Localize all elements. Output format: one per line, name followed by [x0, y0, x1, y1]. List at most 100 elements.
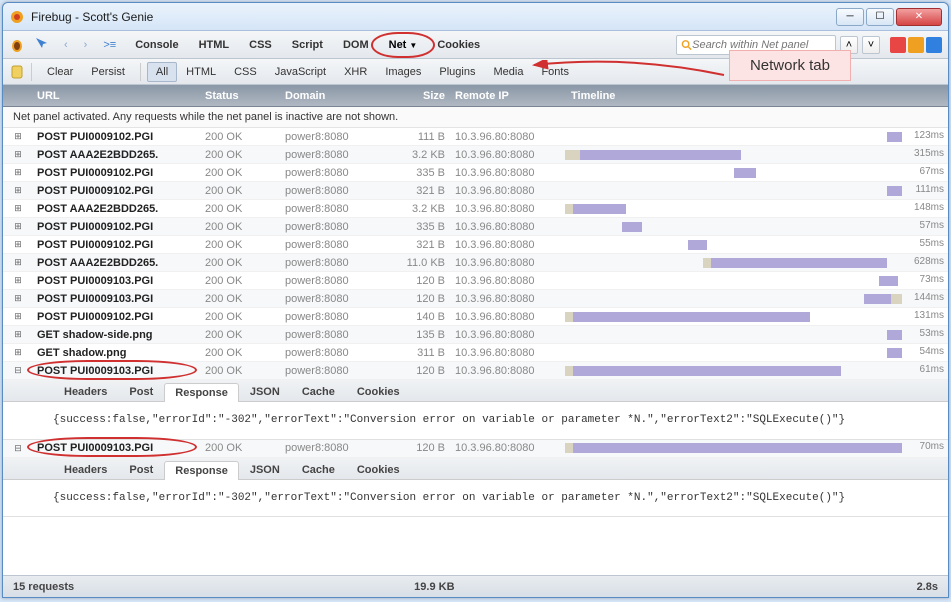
firebug-logo-icon[interactable] — [9, 37, 25, 53]
expand-icon[interactable]: ⊞ — [3, 347, 33, 358]
request-status: 200 OK — [205, 293, 285, 305]
detail-tab-post[interactable]: Post — [118, 460, 164, 479]
search-box[interactable] — [676, 35, 836, 55]
search-next-button[interactable]: ˅ — [862, 36, 880, 54]
filter-javascript[interactable]: JavaScript — [266, 62, 335, 82]
filter-media[interactable]: Media — [484, 62, 532, 82]
panel-tab-cookies[interactable]: Cookies — [427, 36, 490, 54]
response-body[interactable]: {success:false,"errorId":"-302","errorTe… — [3, 480, 948, 517]
header-domain[interactable]: Domain — [285, 90, 395, 102]
filter-images[interactable]: Images — [376, 62, 430, 82]
detail-tab-post[interactable]: Post — [118, 382, 164, 401]
collapse-icon[interactable]: ⊟ — [3, 443, 33, 454]
request-url: POST PUI0009103.PGI — [33, 293, 205, 305]
request-status: 200 OK — [205, 365, 285, 377]
header-status[interactable]: Status — [205, 90, 285, 102]
detail-tab-headers[interactable]: Headers — [53, 382, 118, 401]
detail-tab-cookies[interactable]: Cookies — [346, 460, 411, 479]
maximize-button[interactable]: ☐ — [866, 8, 894, 26]
detail-tab-json[interactable]: JSON — [239, 382, 291, 401]
close-button[interactable]: ✕ — [896, 8, 942, 26]
expand-icon[interactable]: ⊞ — [3, 257, 33, 268]
break-icon[interactable] — [9, 64, 25, 80]
expand-icon[interactable]: ⊞ — [3, 293, 33, 304]
filter-html[interactable]: HTML — [177, 62, 225, 82]
requests-list[interactable]: ⊞POST PUI0009102.PGI200 OKpower8:8080111… — [3, 128, 948, 575]
request-row[interactable]: ⊟POST PUI0009103.PGI200 OKpower8:8080120… — [3, 440, 948, 458]
expand-icon[interactable]: ⊞ — [3, 275, 33, 286]
panel-tab-script[interactable]: Script — [282, 36, 333, 54]
request-row[interactable]: ⊞POST PUI0009102.PGI200 OKpower8:8080321… — [3, 236, 948, 254]
detail-tab-cookies[interactable]: Cookies — [346, 382, 411, 401]
detail-tab-headers[interactable]: Headers — [53, 460, 118, 479]
search-input[interactable] — [692, 39, 831, 51]
request-size: 120 B — [395, 365, 455, 377]
back-button[interactable]: ‹ — [57, 35, 75, 55]
collapse-icon[interactable]: ⊟ — [3, 365, 33, 376]
header-timeline[interactable]: Timeline — [565, 90, 948, 102]
request-status: 200 OK — [205, 442, 285, 454]
expand-icon[interactable]: ⊞ — [3, 149, 33, 160]
request-row[interactable]: ⊞POST PUI0009102.PGI200 OKpower8:8080335… — [3, 164, 948, 182]
detail-tab-response[interactable]: Response — [164, 383, 239, 402]
command-line-toggle[interactable]: >≡ — [96, 35, 123, 55]
panel-tab-net[interactable]: Net ▼ — [379, 36, 428, 54]
expand-icon[interactable]: ⊞ — [3, 167, 33, 178]
response-body[interactable]: {success:false,"errorId":"-302","errorTe… — [3, 402, 948, 439]
panel-tab-html[interactable]: HTML — [189, 36, 240, 54]
request-size: 3.2 KB — [395, 149, 455, 161]
request-url: POST PUI0009102.PGI — [33, 131, 205, 143]
header-remote[interactable]: Remote IP — [455, 90, 565, 102]
titlebar[interactable]: Firebug - Scott's Genie ─ ☐ ✕ — [3, 3, 948, 31]
filter-all[interactable]: All — [147, 62, 177, 82]
request-size: 140 B — [395, 311, 455, 323]
panel-close-button[interactable] — [926, 37, 942, 53]
expand-icon[interactable]: ⊞ — [3, 239, 33, 250]
detail-tab-cache[interactable]: Cache — [291, 382, 346, 401]
header-url[interactable]: URL — [33, 90, 205, 102]
detail-tab-response[interactable]: Response — [164, 461, 239, 480]
request-domain: power8:8080 — [285, 149, 395, 161]
request-row[interactable]: ⊞GET shadow-side.png200 OKpower8:8080135… — [3, 326, 948, 344]
panel-tab-dom[interactable]: DOM — [333, 36, 379, 54]
request-row[interactable]: ⊞GET shadow.png200 OKpower8:8080311 B10.… — [3, 344, 948, 362]
request-domain: power8:8080 — [285, 365, 395, 377]
filter-fonts[interactable]: Fonts — [532, 62, 578, 82]
filter-xhr[interactable]: XHR — [335, 62, 376, 82]
persist-button[interactable]: Persist — [82, 62, 134, 82]
request-row[interactable]: ⊞POST PUI0009102.PGI200 OKpower8:8080335… — [3, 218, 948, 236]
detail-tab-cache[interactable]: Cache — [291, 460, 346, 479]
request-row[interactable]: ⊞POST PUI0009102.PGI200 OKpower8:8080321… — [3, 182, 948, 200]
search-prev-button[interactable]: ˄ — [840, 36, 858, 54]
panel-tab-console[interactable]: Console — [125, 36, 188, 54]
expand-icon[interactable]: ⊞ — [3, 311, 33, 322]
request-detail: HeadersPostResponseJSONCacheCookies{succ… — [3, 380, 948, 440]
request-row[interactable]: ⊞POST PUI0009102.PGI200 OKpower8:8080140… — [3, 308, 948, 326]
expand-icon[interactable]: ⊞ — [3, 131, 33, 142]
detail-tab-json[interactable]: JSON — [239, 460, 291, 479]
request-row[interactable]: ⊞POST AAA2E2BDD265.200 OKpower8:80803.2 … — [3, 200, 948, 218]
request-row[interactable]: ⊟POST PUI0009103.PGI200 OKpower8:8080120… — [3, 362, 948, 380]
panel-minimize-button[interactable] — [890, 37, 906, 53]
request-row[interactable]: ⊞POST AAA2E2BDD265.200 OKpower8:808011.0… — [3, 254, 948, 272]
expand-icon[interactable]: ⊞ — [3, 329, 33, 340]
panel-detach-button[interactable] — [908, 37, 924, 53]
request-row[interactable]: ⊞POST PUI0009103.PGI200 OKpower8:8080120… — [3, 290, 948, 308]
clear-button[interactable]: Clear — [38, 62, 82, 82]
expand-icon[interactable]: ⊞ — [3, 203, 33, 214]
filter-css[interactable]: CSS — [225, 62, 266, 82]
request-row[interactable]: ⊞POST AAA2E2BDD265.200 OKpower8:80803.2 … — [3, 146, 948, 164]
expand-icon[interactable]: ⊞ — [3, 221, 33, 232]
window-title: Firebug - Scott's Genie — [31, 10, 836, 24]
detail-tabs: HeadersPostResponseJSONCacheCookies — [3, 458, 948, 480]
header-size[interactable]: Size — [395, 90, 455, 102]
request-row[interactable]: ⊞POST PUI0009103.PGI200 OKpower8:8080120… — [3, 272, 948, 290]
minimize-button[interactable]: ─ — [836, 8, 864, 26]
forward-button[interactable]: › — [77, 35, 95, 55]
filter-plugins[interactable]: Plugins — [430, 62, 484, 82]
request-row[interactable]: ⊞POST PUI0009102.PGI200 OKpower8:8080111… — [3, 128, 948, 146]
expand-icon[interactable]: ⊞ — [3, 185, 33, 196]
timeline-bar: 61ms — [565, 364, 948, 378]
panel-tab-css[interactable]: CSS — [239, 36, 282, 54]
inspect-button[interactable] — [27, 32, 55, 57]
